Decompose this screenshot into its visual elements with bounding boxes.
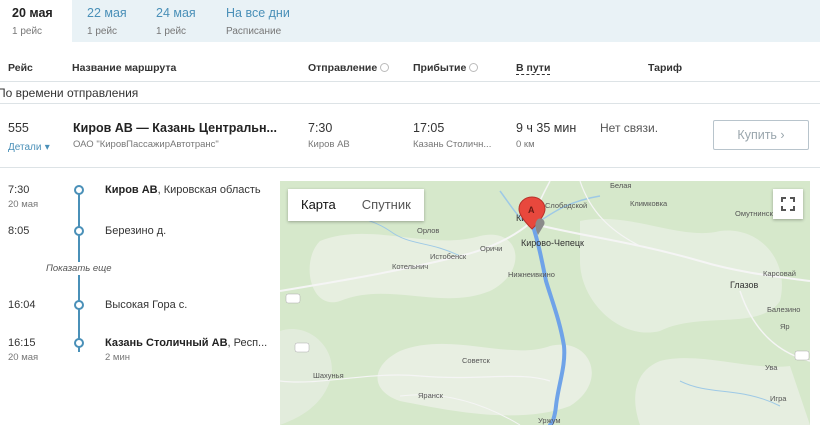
stop-time: 8:05	[8, 225, 30, 237]
svg-text:Кирово-Чепецк: Кирово-Чепецк	[521, 238, 584, 248]
map-type-satellite-button[interactable]: Спутник	[349, 189, 424, 221]
col-fare[interactable]: Тариф	[648, 62, 682, 74]
chevron-down-icon: ▾	[44, 142, 50, 153]
stop-name: Казань Столичный АВ, Респ...	[105, 337, 275, 349]
date-tabs: 20 мая 1 рейс 22 мая 1 рейс 24 мая 1 рей…	[0, 0, 820, 42]
svg-text:Нижнеивкино: Нижнеивкино	[508, 270, 555, 279]
trip-duration: 9 ч 35 мин	[516, 121, 577, 135]
map-marker-label: A	[528, 205, 535, 215]
svg-text:Уржум: Уржум	[538, 416, 561, 425]
arrival-time: 17:05	[413, 121, 445, 135]
tab-date-label: 22 мая	[87, 6, 127, 20]
svg-text:Орлов: Орлов	[417, 226, 439, 235]
col-departure[interactable]: Отправление	[308, 62, 390, 74]
tab-trip-count: 1 рейс	[12, 26, 43, 37]
svg-text:Котельнич: Котельнич	[392, 262, 428, 271]
stop-dot	[74, 185, 84, 195]
stop-dot	[74, 226, 84, 236]
col-trip[interactable]: Рейс	[8, 62, 33, 74]
stop-name: Киров АВ, Кировская область	[105, 184, 275, 196]
svg-text:Оричи: Оричи	[480, 244, 502, 253]
clock-icon	[469, 63, 479, 72]
svg-text:Ува: Ува	[765, 363, 778, 372]
stop-date: 20 мая	[8, 199, 39, 210]
route-map[interactable]: Белая Слободской Климковка Омутнинск Ки …	[280, 181, 810, 425]
svg-text:Омутнинск: Омутнинск	[735, 209, 773, 218]
stop-region: , Респ...	[227, 337, 268, 349]
sort-label: По времени отправления	[0, 86, 139, 100]
tab-date-label: На все дни	[226, 6, 290, 20]
tab-all-days[interactable]: На все дни Расписание	[214, 0, 304, 42]
divider	[0, 167, 820, 168]
arrival-station: Казань Столичн...	[413, 139, 492, 150]
map-type-map-button[interactable]: Карта	[288, 189, 349, 221]
details-link[interactable]: Детали ▾	[8, 139, 50, 153]
col-arrival-label: Прибытие	[413, 62, 467, 74]
stop-title: Казань Столичный АВ	[105, 337, 228, 349]
svg-text:Слободской: Слободской	[545, 201, 587, 210]
tab-date-0[interactable]: 20 мая 1 рейс	[0, 0, 72, 42]
stop-name: Березино д.	[105, 225, 167, 237]
stop-name: Высокая Гора с.	[105, 299, 188, 311]
stop-time: 16:04	[8, 299, 36, 311]
svg-text:Глазов: Глазов	[730, 280, 759, 290]
fullscreen-button[interactable]	[773, 189, 803, 219]
col-on-way[interactable]: В пути	[516, 62, 551, 75]
svg-text:Игра: Игра	[770, 394, 787, 403]
col-departure-label: Отправление	[308, 62, 378, 74]
col-on-way-label: В пути	[516, 62, 551, 75]
departure-time: 7:30	[308, 121, 333, 135]
divider	[0, 81, 820, 82]
route-title[interactable]: Киров АВ — Казань Центральн...	[73, 121, 277, 135]
fare-status: Нет связи.	[600, 121, 659, 135]
svg-text:Балезино: Балезино	[767, 305, 800, 314]
col-route-name[interactable]: Название маршрута	[72, 62, 176, 74]
divider	[0, 103, 820, 104]
stop-region: , Кировская область	[157, 184, 261, 196]
svg-text:Белая: Белая	[610, 181, 631, 190]
stop-duration: 2 мин	[105, 352, 131, 363]
trip-distance: 0 км	[516, 139, 535, 150]
stop-time: 16:15	[8, 337, 36, 349]
stop-title: Киров АВ	[105, 184, 158, 196]
stop-time: 7:30	[8, 184, 30, 196]
departure-station: Киров АВ	[308, 139, 350, 150]
stop-date: 20 мая	[8, 352, 39, 363]
svg-text:Истобенск: Истобенск	[430, 252, 467, 261]
svg-text:Яранск: Яранск	[418, 391, 444, 400]
carrier-name: ОАО "КировПассажирАвтотранс"	[73, 139, 219, 150]
buy-button[interactable]: Купить ›	[713, 120, 809, 150]
trip-number: 555	[8, 121, 29, 135]
svg-text:Шахунья: Шахунья	[313, 371, 344, 380]
tab-trip-count: 1 рейс	[156, 26, 187, 37]
col-arrival[interactable]: Прибытие	[413, 62, 479, 74]
details-label: Детали	[8, 142, 42, 153]
stop-dot	[74, 300, 84, 310]
svg-text:Яр: Яр	[780, 322, 790, 331]
map-type-switcher: Карта Спутник	[288, 189, 424, 221]
col-trip-label: Рейс	[8, 62, 33, 74]
svg-text:Карсовай: Карсовай	[763, 269, 796, 278]
tab-date-label: 20 мая	[12, 6, 53, 20]
tab-schedule-label: Расписание	[226, 26, 282, 37]
col-route-name-label: Название маршрута	[72, 62, 177, 74]
svg-text:Советск: Советск	[462, 356, 491, 365]
fullscreen-icon	[781, 197, 795, 211]
col-fare-label: Тариф	[648, 62, 683, 74]
svg-text:Климковка: Климковка	[630, 199, 668, 208]
clock-icon	[380, 63, 390, 72]
tab-trip-count: 1 рейс	[87, 26, 118, 37]
tab-date-1[interactable]: 22 мая 1 рейс	[75, 0, 145, 42]
tab-date-label: 24 мая	[156, 6, 196, 20]
show-more-link[interactable]: Показать еще	[44, 262, 114, 275]
tab-date-2[interactable]: 24 мая 1 рейс	[144, 0, 214, 42]
stop-dot	[74, 338, 84, 348]
